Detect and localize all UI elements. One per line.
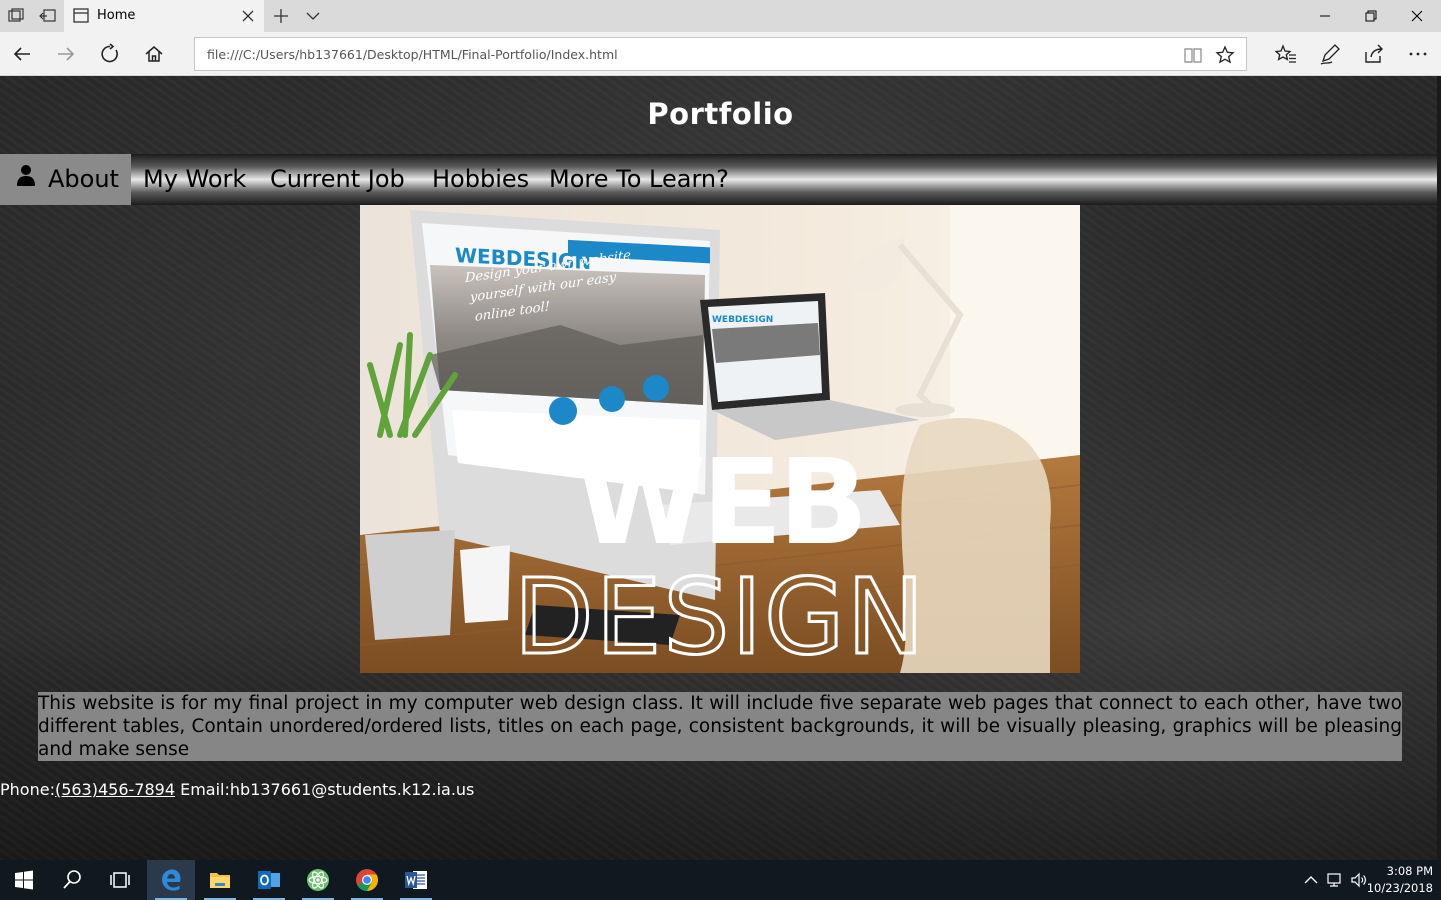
scrollbar[interactable]	[1437, 76, 1441, 860]
nav-label-more-to-learn: More To Learn?	[549, 165, 729, 193]
outlook-icon	[258, 871, 280, 889]
nav-item-current-job[interactable]: Current Job	[270, 154, 405, 205]
restore-button[interactable]	[1348, 0, 1394, 32]
file-explorer-icon	[210, 873, 230, 888]
nav-label-about: About	[48, 165, 119, 193]
web-note-button[interactable]	[1315, 40, 1345, 68]
page-icon	[72, 7, 92, 27]
laptop-brand: WEBDESIGN	[712, 315, 773, 325]
clock-date: 10/23/2018	[1366, 881, 1433, 895]
phone-link[interactable]: (563)456-7894	[55, 780, 175, 799]
system-clock[interactable]: 3:08 PM 10/23/2018	[1367, 863, 1433, 897]
taskbar-file-explorer[interactable]	[196, 860, 244, 900]
new-tab-icon[interactable]	[271, 6, 291, 26]
windows-taskbar: 3:08 PM 10/23/2018	[0, 860, 1441, 900]
email-label: Email:	[180, 780, 230, 799]
nav-item-my-work[interactable]: My Work	[143, 154, 246, 205]
browser-toolbar: file:///C:/Users/hb137661/Desktop/HTML/F…	[0, 32, 1441, 76]
taskbar-word[interactable]	[392, 860, 440, 900]
site-navigation: About My Work Current Job Hobbies More T…	[0, 154, 1441, 205]
hero-image: WEBDESIGN Design your own website yourse…	[360, 205, 1080, 673]
intro-paragraph: This website is for my final project in …	[38, 692, 1402, 761]
taskbar-chrome[interactable]	[343, 860, 391, 900]
taskbar-outlook[interactable]	[245, 860, 293, 900]
volume-icon[interactable]	[1350, 871, 1368, 889]
start-button[interactable]	[0, 860, 48, 900]
atom-icon	[307, 869, 329, 891]
set-tabs-aside-icon[interactable]	[38, 6, 58, 26]
edge-icon	[162, 869, 181, 891]
nav-label-hobbies: Hobbies	[432, 165, 530, 193]
email-address: hb137661@students.k12.ia.us	[229, 780, 475, 799]
search-button[interactable]	[48, 860, 96, 900]
word-icon	[405, 871, 427, 889]
clock-time: 3:08 PM	[1386, 864, 1433, 878]
close-tab-icon[interactable]	[240, 8, 256, 24]
page-title: Portfolio	[647, 97, 794, 131]
nav-item-more-to-learn[interactable]: More To Learn?	[549, 154, 729, 205]
tabs-aside-icon[interactable]	[6, 6, 26, 26]
chrome-icon	[356, 869, 378, 891]
page-viewport: Portfolio About My Work Current Job Hobb…	[0, 76, 1441, 860]
nav-item-about[interactable]: About	[0, 154, 131, 205]
browser-tab-bar: Home	[0, 0, 1441, 32]
minimize-button[interactable]	[1302, 0, 1348, 32]
close-window-button[interactable]	[1394, 0, 1440, 32]
tab-title: Home	[97, 8, 136, 23]
nav-label-current-job: Current Job	[270, 165, 405, 193]
user-icon	[16, 153, 36, 204]
taskbar-edge[interactable]	[147, 860, 195, 900]
favorite-star-icon[interactable]	[1215, 45, 1235, 65]
nav-item-hobbies[interactable]: Hobbies	[432, 154, 529, 205]
task-view-button[interactable]	[96, 860, 144, 900]
address-bar[interactable]: file:///C:/Users/hb137661/Desktop/HTML/F…	[194, 37, 1247, 71]
refresh-button[interactable]	[95, 40, 125, 68]
share-button[interactable]	[1359, 40, 1389, 68]
hero-headline-design: DESIGN	[514, 556, 927, 673]
contact-info: Phone:(563)456-7894 Email:hb137661@stude…	[0, 780, 474, 799]
forward-button[interactable]	[51, 40, 81, 68]
back-button[interactable]	[7, 40, 37, 68]
phone-label: Phone:	[0, 780, 55, 799]
reading-view-icon[interactable]	[1183, 45, 1203, 65]
address-url: file:///C:/Users/hb137661/Desktop/HTML/F…	[207, 47, 618, 62]
taskbar-atom[interactable]	[294, 860, 342, 900]
hero-headline-web: WEB	[576, 433, 865, 571]
favorites-hub-button[interactable]	[1271, 40, 1301, 68]
home-button[interactable]	[139, 40, 169, 68]
more-actions-button[interactable]	[1403, 40, 1433, 68]
tab-preview-chevron-icon[interactable]	[303, 6, 323, 26]
show-hidden-icons-icon[interactable]	[1302, 871, 1320, 889]
tab-home[interactable]: Home	[64, 0, 264, 32]
network-icon[interactable]	[1326, 871, 1344, 889]
nav-label-my-work: My Work	[143, 165, 247, 193]
